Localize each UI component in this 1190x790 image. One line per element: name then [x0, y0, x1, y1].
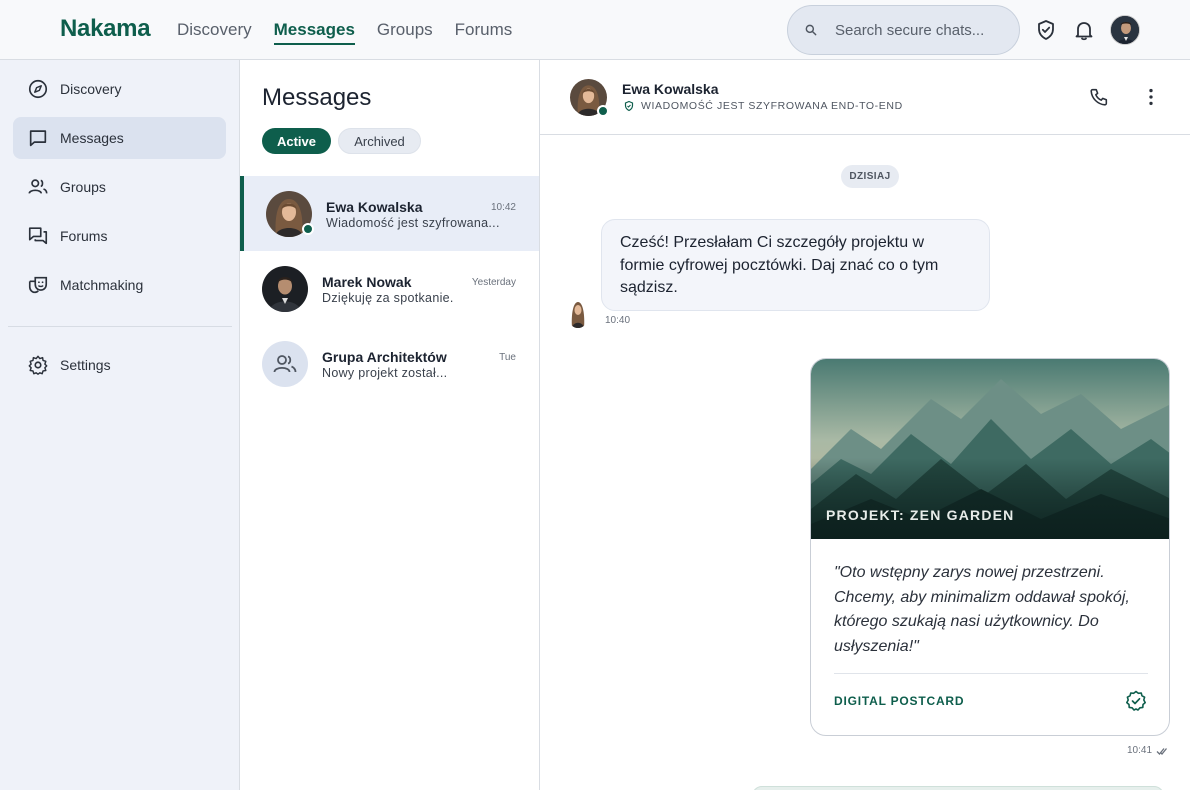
day-separator: DZISIAJ — [841, 165, 899, 188]
topnav-forums[interactable]: Forums — [455, 20, 513, 45]
online-status-indicator — [597, 105, 609, 117]
encryption-note: WIADOMOŚĆ JEST SZYFROWANA END-TO-END — [641, 100, 903, 112]
filter-active-button[interactable]: Active — [262, 128, 331, 154]
sidebar-item-discovery[interactable]: Discovery — [13, 68, 226, 110]
topnav-groups[interactable]: Groups — [377, 20, 433, 45]
message-timestamp: 10:41 — [1127, 745, 1153, 756]
topnav-messages[interactable]: Messages — [273, 20, 355, 45]
digital-postcard[interactable]: PROJEKT: ZEN GARDEN "Oto wstępny zarys n… — [810, 358, 1170, 736]
top-navigation: Discovery Messages Groups Forums — [177, 20, 512, 45]
verified-badge-icon — [1126, 690, 1146, 711]
sidebar-item-label: Settings — [60, 357, 111, 373]
avatar — [262, 266, 308, 312]
shield-check-icon — [624, 100, 634, 112]
postcard-quote: "Oto wstępny zarys nowej przestrzeni. Ch… — [834, 564, 1130, 655]
sidebar-divider — [8, 326, 232, 327]
conversation-name: Grupa Architektów — [322, 349, 447, 365]
conversation-name: Ewa Kowalska — [326, 199, 423, 215]
postcard-type-label: DIGITAL POSTCARD — [834, 694, 965, 708]
search-input[interactable] — [835, 21, 995, 39]
sidebar-item-settings[interactable]: Settings — [13, 344, 226, 386]
conversation-time: Yesterday — [471, 277, 516, 288]
gear-icon — [28, 355, 48, 375]
sidebar-item-groups[interactable]: Groups — [13, 166, 226, 208]
chat-pane: Ewa Kowalska WIADOMOŚĆ JEST SZYFROWANA E… — [540, 60, 1190, 790]
sidebar-item-label: Discovery — [60, 81, 122, 97]
conversation-time: 10:42 — [490, 202, 516, 213]
more-options-icon[interactable] — [1140, 86, 1162, 108]
conversation-item[interactable]: Marek Nowak Yesterday Dziękuję za spotka… — [240, 251, 539, 326]
conversations-title: Messages — [262, 84, 372, 111]
read-check-icon — [1156, 747, 1168, 755]
contact-name: Ewa Kowalska — [622, 81, 719, 97]
topnav-discovery[interactable]: Discovery — [177, 20, 252, 45]
user-avatar-image — [1111, 16, 1139, 44]
conversation-item[interactable]: Grupa Architektów Tue Nowy projekt zosta… — [240, 326, 539, 401]
forum-icon — [28, 227, 48, 245]
brand-logo[interactable]: Nakama — [60, 15, 151, 43]
user-avatar[interactable] — [1110, 15, 1140, 45]
conversation-name: Marek Nowak — [322, 274, 412, 290]
sidebar-item-messages[interactable]: Messages — [13, 117, 226, 159]
partial-message-bubble — [752, 786, 1164, 790]
sidebar-item-label: Forums — [60, 228, 108, 244]
filter-archived-button[interactable]: Archived — [338, 128, 421, 154]
chat-bubble-icon — [29, 130, 47, 147]
sender-avatar — [569, 298, 587, 328]
online-status-indicator — [302, 223, 314, 235]
compass-icon — [28, 79, 48, 99]
sidebar-item-label: Messages — [60, 130, 124, 146]
sidebar-item-forums[interactable]: Forums — [13, 215, 226, 257]
sidebar-item-label: Groups — [60, 179, 106, 195]
sidebar-item-label: Matchmaking — [60, 277, 144, 293]
bell-icon[interactable] — [1072, 18, 1096, 42]
top-bar: Nakama Discovery Messages Groups Forums — [0, 0, 1190, 60]
outgoing-timestamp: 10:41 — [1127, 745, 1168, 756]
theater-masks-icon — [28, 276, 48, 294]
sidebar-item-matchmaking[interactable]: Matchmaking — [13, 264, 226, 306]
people-icon — [273, 355, 297, 373]
people-icon — [28, 179, 48, 194]
conversation-preview: Wiadomość jest szyfrowana... — [326, 216, 500, 230]
conversation-item[interactable]: Ewa Kowalska 10:42 Wiadomość jest szyfro… — [240, 176, 539, 251]
phone-icon[interactable] — [1088, 86, 1110, 108]
postcard-divider — [834, 673, 1148, 674]
conversation-preview: Dziękuję za spotkanie. — [322, 291, 454, 305]
left-sidebar: Discovery Messages Groups Forums Matchma… — [0, 60, 240, 790]
message-timestamp: 10:40 — [605, 315, 631, 326]
conversation-list: Messages Active Archived Ewa Kowalska 10… — [240, 60, 540, 790]
chat-header: Ewa Kowalska WIADOMOŚĆ JEST SZYFROWANA E… — [540, 60, 1190, 135]
group-avatar — [262, 341, 308, 387]
conversation-preview: Nowy projekt został... — [322, 366, 448, 380]
search-bar[interactable] — [787, 5, 1020, 55]
postcard-title: PROJEKT: ZEN GARDEN — [826, 507, 1015, 523]
incoming-message-bubble: Cześć! Przesłałam Ci szczegóły projektu … — [601, 219, 990, 311]
shield-check-icon[interactable] — [1034, 18, 1058, 42]
encryption-status: WIADOMOŚĆ JEST SZYFROWANA END-TO-END — [623, 100, 903, 112]
conversation-time: Tue — [499, 352, 516, 363]
search-icon — [805, 24, 817, 36]
